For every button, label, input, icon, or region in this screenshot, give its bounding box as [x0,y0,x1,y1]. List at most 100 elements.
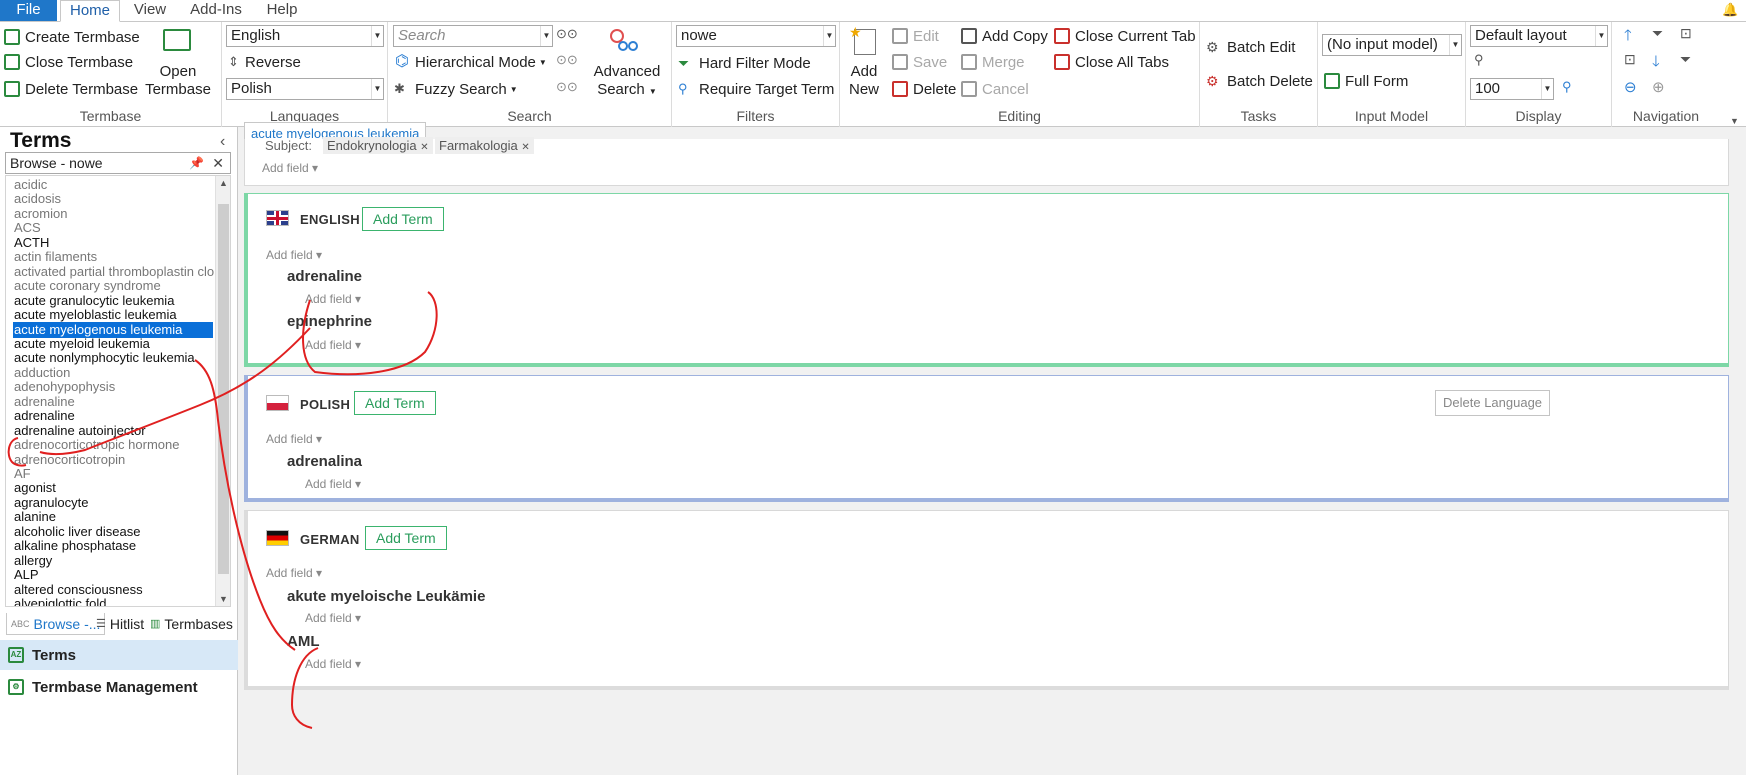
back-icon[interactable]: ⊖ [1624,78,1637,96]
term-value[interactable]: AML [287,633,320,650]
scroll-up-icon[interactable]: ▲ [216,178,230,188]
search-input[interactable]: Search ▼ [393,25,553,47]
batch-edit-button[interactable]: ⚙ Batch Edit [1206,36,1295,58]
reverse-arrows-icon: ⇕ [228,54,239,69]
tab-view[interactable]: View [125,0,175,21]
language-card-german: GERMAN Add Term Add field ▾ akute myeloi… [244,510,1729,690]
layout-select[interactable]: Default layout ▼ [1470,25,1608,47]
open-termbase-button[interactable]: Open Termbase [143,25,213,98]
subject-label: Subject: [265,138,312,153]
scrollbar-thumb[interactable] [218,204,229,574]
binoculars-gray-icon[interactable]: ⊙⊙ [556,79,578,95]
reverse-button[interactable]: ⇕ Reverse [228,51,301,73]
cancel-button[interactable]: Cancel [961,78,1029,100]
add-term-button[interactable]: Add Term [362,207,444,231]
input-model-select[interactable]: (No input model) ▼ [1322,34,1462,56]
close-all-tabs-button[interactable]: Close All Tabs [1054,51,1169,73]
tab-termbases[interactable]: ▥ Termbases [150,613,233,635]
chevron-left-icon[interactable]: ‹ [220,133,225,151]
arrow-down-icon[interactable]: 🡓 [1652,51,1660,76]
delete-termbase-button[interactable]: Delete Termbase [4,78,138,100]
chevron-down-icon: ▼ [1595,26,1607,46]
edit-button[interactable]: Edit [892,25,939,47]
close-termbase-button[interactable]: Close Termbase [4,51,133,73]
tab-browse[interactable]: ABC Browse -... [6,613,106,635]
first-entry-icon[interactable]: ⊡ [1680,25,1692,42]
delete-button[interactable]: Delete [892,78,956,100]
ribbon-group-search: Search ▼ ⊙⊙ ⌬ Hierarchical Mode ▼ ⊙⊙ ✱ Fuzzy… [388,22,672,127]
close-termbase-icon [4,54,20,70]
hierarchical-mode-button[interactable]: ⌬ Hierarchical Mode ▼ [394,51,547,73]
batch-delete-button[interactable]: ⚙ Batch Delete [1206,70,1313,92]
add-term-button[interactable]: Add Term [354,391,436,415]
filter-down-icon[interactable]: ⏷ [1680,51,1691,68]
add-field-dropdown[interactable]: Add field ▾ [262,161,318,175]
remove-chip-icon[interactable]: ✕ [521,142,529,153]
browse-filter-field[interactable]: Browse - nowe 📌 ✕ [5,152,231,174]
remove-chip-icon[interactable]: ✕ [420,142,428,153]
add-field-dropdown[interactable]: Add field ▾ [305,657,361,671]
add-field-dropdown[interactable]: Add field ▾ [305,477,361,491]
hierarchy-icon: ⌬ [395,53,409,70]
term-value[interactable]: adrenaline [287,268,362,285]
language-name: ENGLISH [300,212,360,227]
ribbon: Create Termbase Close Termbase Delete Te… [0,21,1746,127]
group-title-display: Display [1515,108,1562,124]
target-language-select[interactable]: Polish ▼ [226,78,384,100]
tab-add-ins[interactable]: Add-Ins [183,0,249,21]
close-current-tab-button[interactable]: Close Current Tab [1054,25,1196,47]
term-list[interactable]: acidic acidosis acromion ACS ACTH actin filam… [5,175,231,607]
pin-icon[interactable]: 📌 [189,153,204,173]
add-field-dropdown[interactable]: Add field ▾ [266,566,322,580]
arrow-up-icon[interactable]: 🡑 [1624,25,1632,50]
add-copy-button[interactable]: Add Copy [961,25,1048,47]
full-form-button[interactable]: Full Form [1324,70,1408,92]
source-language-select[interactable]: English ▼ [226,25,384,47]
nav-termbase-management[interactable]: ⚙ Termbase Management [0,672,238,702]
add-field-dropdown[interactable]: Add field ▾ [266,432,322,446]
terms-panel: Terms ‹ Browse - nowe 📌 ✕ acidic acidosis… [0,127,238,775]
group-title-editing: Editing [998,108,1041,124]
add-field-dropdown[interactable]: Add field ▾ [266,248,322,262]
fuzzy-search-button[interactable]: ✱ Fuzzy Search ▼ [394,78,518,100]
entry-scrollbar[interactable] [1736,139,1746,775]
binoculars-gray-icon[interactable]: ⊙⊙ [556,52,578,68]
zoom-out-icon[interactable]: ⚲ [1474,52,1484,68]
subject-chip: Farmakologia ✕ [435,137,534,154]
menu-file[interactable]: File [0,0,57,21]
delete-language-button[interactable]: Delete Language [1435,390,1551,416]
filter-select[interactable]: nowe ▼ [676,25,836,47]
add-field-dropdown[interactable]: Add field ▾ [305,611,361,625]
advanced-search-button[interactable]: Advanced Search ▼ [586,25,668,101]
require-target-term-button[interactable]: ⚲ Require Target Term [678,78,834,100]
save-button[interactable]: Save [892,51,947,73]
tab-help[interactable]: Help [258,0,306,21]
add-new-button[interactable]: ★ Add New [844,24,884,101]
add-term-button[interactable]: Add Term [365,526,447,550]
term-value[interactable]: epinephrine [287,313,372,330]
tab-home[interactable]: Home [60,0,120,22]
add-field-dropdown[interactable]: Add field ▾ [305,338,361,352]
nav-terms[interactable]: AZ Terms [0,640,238,670]
jump-icon[interactable]: ⊡ [1624,51,1636,68]
zoom-in-icon[interactable]: ⚲ [1562,79,1572,95]
zoom-select[interactable]: 100 ▼ [1470,78,1554,100]
bell-icon[interactable]: 🔔 [1722,2,1738,18]
filter-up-icon[interactable]: ⏷ [1652,25,1663,42]
binoculars-icon[interactable]: ⊙⊙ [556,26,578,42]
term-list-item[interactable]: alyepiglottic fold [14,596,214,606]
close-icon[interactable]: ✕ [212,153,224,173]
add-field-dropdown[interactable]: Add field ▾ [305,292,361,306]
tab-hitlist[interactable]: ☰ Hitlist [96,613,144,635]
term-value[interactable]: adrenalina [287,453,362,470]
chevron-down-icon: ▼ [1449,35,1461,55]
ribbon-collapse-icon[interactable]: ▼ [1730,116,1739,126]
term-value[interactable]: akute myeloische Leukämie [287,588,485,605]
chevron-down-icon: ▼ [823,26,835,46]
hard-filter-mode-button[interactable]: ⏷ Hard Filter Mode [678,52,811,74]
scroll-down-icon[interactable]: ▼ [216,594,230,604]
term-list-scrollbar[interactable]: ▲ ▼ [215,176,230,606]
merge-button[interactable]: Merge [961,51,1025,73]
create-termbase-button[interactable]: Create Termbase [4,26,140,48]
forward-icon[interactable]: ⊕ [1652,78,1665,96]
